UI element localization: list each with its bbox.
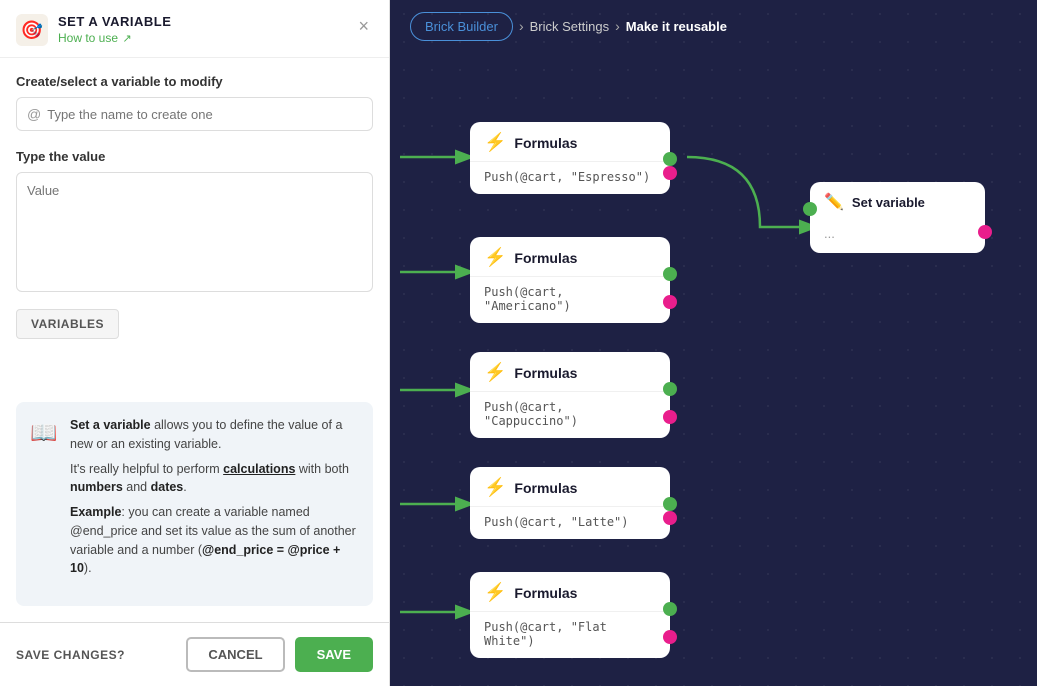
output-dot-green-3[interactable] — [663, 382, 677, 396]
set-var-input-dot[interactable] — [803, 202, 817, 216]
output-dot-pink-1[interactable] — [663, 166, 677, 180]
brick-builder-tab[interactable]: Brick Builder — [410, 12, 513, 41]
formula-header-1: ⚡ Formulas — [470, 122, 670, 162]
formula-node-flatwhite[interactable]: ⚡ Formulas Push(@cart, "Flat White") — [470, 572, 670, 658]
panel-header: 🎯 SET A VARIABLE How to use ↗ × — [0, 0, 389, 58]
set-variable-node[interactable]: ✏️ Set variable ... — [810, 182, 985, 253]
output-dot-green-5[interactable] — [663, 602, 677, 616]
formula-body-4: Push(@cart, "Latte") — [470, 507, 670, 539]
formula-node-espresso[interactable]: ⚡ Formulas Push(@cart, "Espresso") — [470, 122, 670, 194]
formula-header-5: ⚡ Formulas — [470, 572, 670, 612]
formula-body-3: Push(@cart, "Cappuccino") — [470, 392, 670, 438]
panel-body: Create/select a variable to modify @ Typ… — [0, 58, 389, 386]
save-changes-label: SAVE CHANGES? — [16, 648, 125, 662]
output-dot-pink-2[interactable] — [663, 295, 677, 309]
set-var-header: ✏️ Set variable — [810, 182, 985, 222]
lightning-icon-1: ⚡ — [484, 132, 506, 153]
output-dot-green-2[interactable] — [663, 267, 677, 281]
value-field-label: Type the value — [16, 149, 373, 164]
how-to-use-link[interactable]: How to use ↗ — [58, 29, 171, 47]
cancel-button[interactable]: CANCEL — [186, 637, 284, 672]
lightning-icon-2: ⚡ — [484, 247, 506, 268]
output-dot-pink-5[interactable] — [663, 630, 677, 644]
pencil-icon: ✏️ — [824, 192, 844, 212]
formula-title-4: Formulas — [514, 480, 577, 496]
formula-body-2: Push(@cart, "Americano") — [470, 277, 670, 323]
canvas-nav: Brick Builder › Brick Settings › Make it… — [390, 0, 1037, 52]
formula-title-5: Formulas — [514, 585, 577, 601]
formula-title-2: Formulas — [514, 250, 577, 266]
footer-actions: CANCEL SAVE — [186, 637, 373, 672]
formula-header-4: ⚡ Formulas — [470, 467, 670, 507]
formula-node-cappuccino[interactable]: ⚡ Formulas Push(@cart, "Cappuccino") — [470, 352, 670, 438]
book-icon: 📖 — [30, 416, 60, 449]
panel-footer: SAVE CHANGES? CANCEL SAVE — [0, 622, 389, 686]
variables-button[interactable]: VARIABLES — [16, 309, 119, 339]
header-left: 🎯 SET A VARIABLE How to use ↗ — [16, 14, 171, 47]
formula-body-5: Push(@cart, "Flat White") — [470, 612, 670, 658]
close-button[interactable]: × — [354, 14, 373, 39]
variable-field-label: Create/select a variable to modify — [16, 74, 373, 89]
output-dot-pink-4[interactable] — [663, 511, 677, 525]
variable-name-input[interactable] — [47, 107, 362, 122]
external-link-icon: ↗ — [122, 33, 131, 45]
sep2: › — [615, 18, 620, 34]
output-dot-green-1[interactable] — [663, 152, 677, 166]
formula-node-americano[interactable]: ⚡ Formulas Push(@cart, "Americano") — [470, 237, 670, 323]
formula-title-3: Formulas — [514, 365, 577, 381]
left-panel: 🎯 SET A VARIABLE How to use ↗ × Create/s… — [0, 0, 390, 686]
info-box: 📖 Set a variable allows you to define th… — [16, 402, 373, 606]
canvas-area: ⚡ Formulas Push(@cart, "Espresso") ⚡ For… — [390, 52, 1037, 686]
lightning-icon-4: ⚡ — [484, 477, 506, 498]
set-var-body: ... — [810, 222, 985, 253]
save-button[interactable]: SAVE — [295, 637, 373, 672]
formula-body-1: Push(@cart, "Espresso") — [470, 162, 670, 194]
output-dot-green-4[interactable] — [663, 497, 677, 511]
make-reusable-link[interactable]: Make it reusable — [626, 19, 727, 34]
formula-header-3: ⚡ Formulas — [470, 352, 670, 392]
set-var-title: Set variable — [852, 195, 925, 210]
formula-node-latte[interactable]: ⚡ Formulas Push(@cart, "Latte") — [470, 467, 670, 539]
output-dot-pink-3[interactable] — [663, 410, 677, 424]
breadcrumb: Brick Builder › Brick Settings › Make it… — [410, 12, 727, 41]
panel-title: SET A VARIABLE — [58, 14, 171, 29]
formula-title-1: Formulas — [514, 135, 577, 151]
variable-input-wrapper[interactable]: @ — [16, 97, 373, 131]
panel-icon: 🎯 — [16, 14, 48, 46]
lightning-icon-3: ⚡ — [484, 362, 506, 383]
brick-settings-link[interactable]: Brick Settings — [530, 19, 609, 34]
formula-header-2: ⚡ Formulas — [470, 237, 670, 277]
canvas-panel: Brick Builder › Brick Settings › Make it… — [390, 0, 1037, 686]
at-sign: @ — [27, 106, 41, 122]
sep1: › — [519, 18, 524, 34]
info-text: Set a variable allows you to define the … — [70, 416, 359, 584]
set-var-output-dot-pink[interactable] — [978, 225, 992, 239]
value-textarea[interactable] — [16, 172, 373, 292]
lightning-icon-5: ⚡ — [484, 582, 506, 603]
info-box-header: 📖 Set a variable allows you to define th… — [30, 416, 359, 584]
